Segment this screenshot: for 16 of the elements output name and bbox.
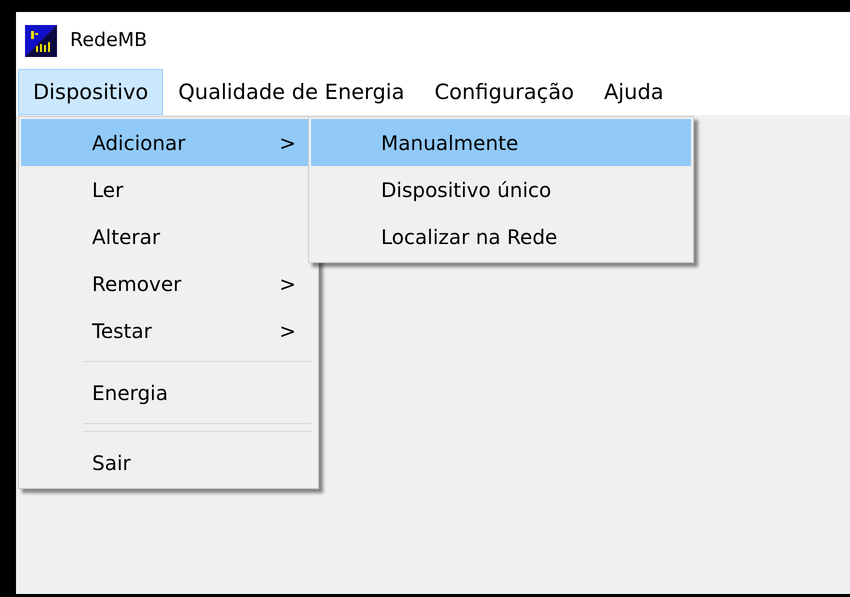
- menu-item[interactable]: Testar >: [21, 307, 316, 354]
- submenu-arrow-icon: >: [279, 268, 296, 298]
- menu-item[interactable]: Configuração: [419, 69, 589, 115]
- menu-item[interactable]: Sair: [21, 439, 316, 486]
- menu-item[interactable]: Dispositivo: [18, 69, 164, 115]
- menu-item[interactable]: Qualidade de Energia: [163, 69, 420, 115]
- submenu-arrow-icon: >: [279, 128, 296, 158]
- menu-item[interactable]: Remover >: [21, 260, 316, 307]
- app-icon: [24, 24, 58, 58]
- submenu-arrow-icon: >: [279, 316, 296, 346]
- window-title: RedeMB: [70, 28, 148, 54]
- menu-item[interactable]: Localizar na Rede: [311, 213, 691, 260]
- menu-item[interactable]: Energia: [21, 369, 316, 416]
- menu-item[interactable]: Dispositivo único: [311, 166, 691, 213]
- menu-item[interactable]: Manualmente: [311, 119, 691, 166]
- menu-item[interactable]: Ajuda: [588, 69, 679, 115]
